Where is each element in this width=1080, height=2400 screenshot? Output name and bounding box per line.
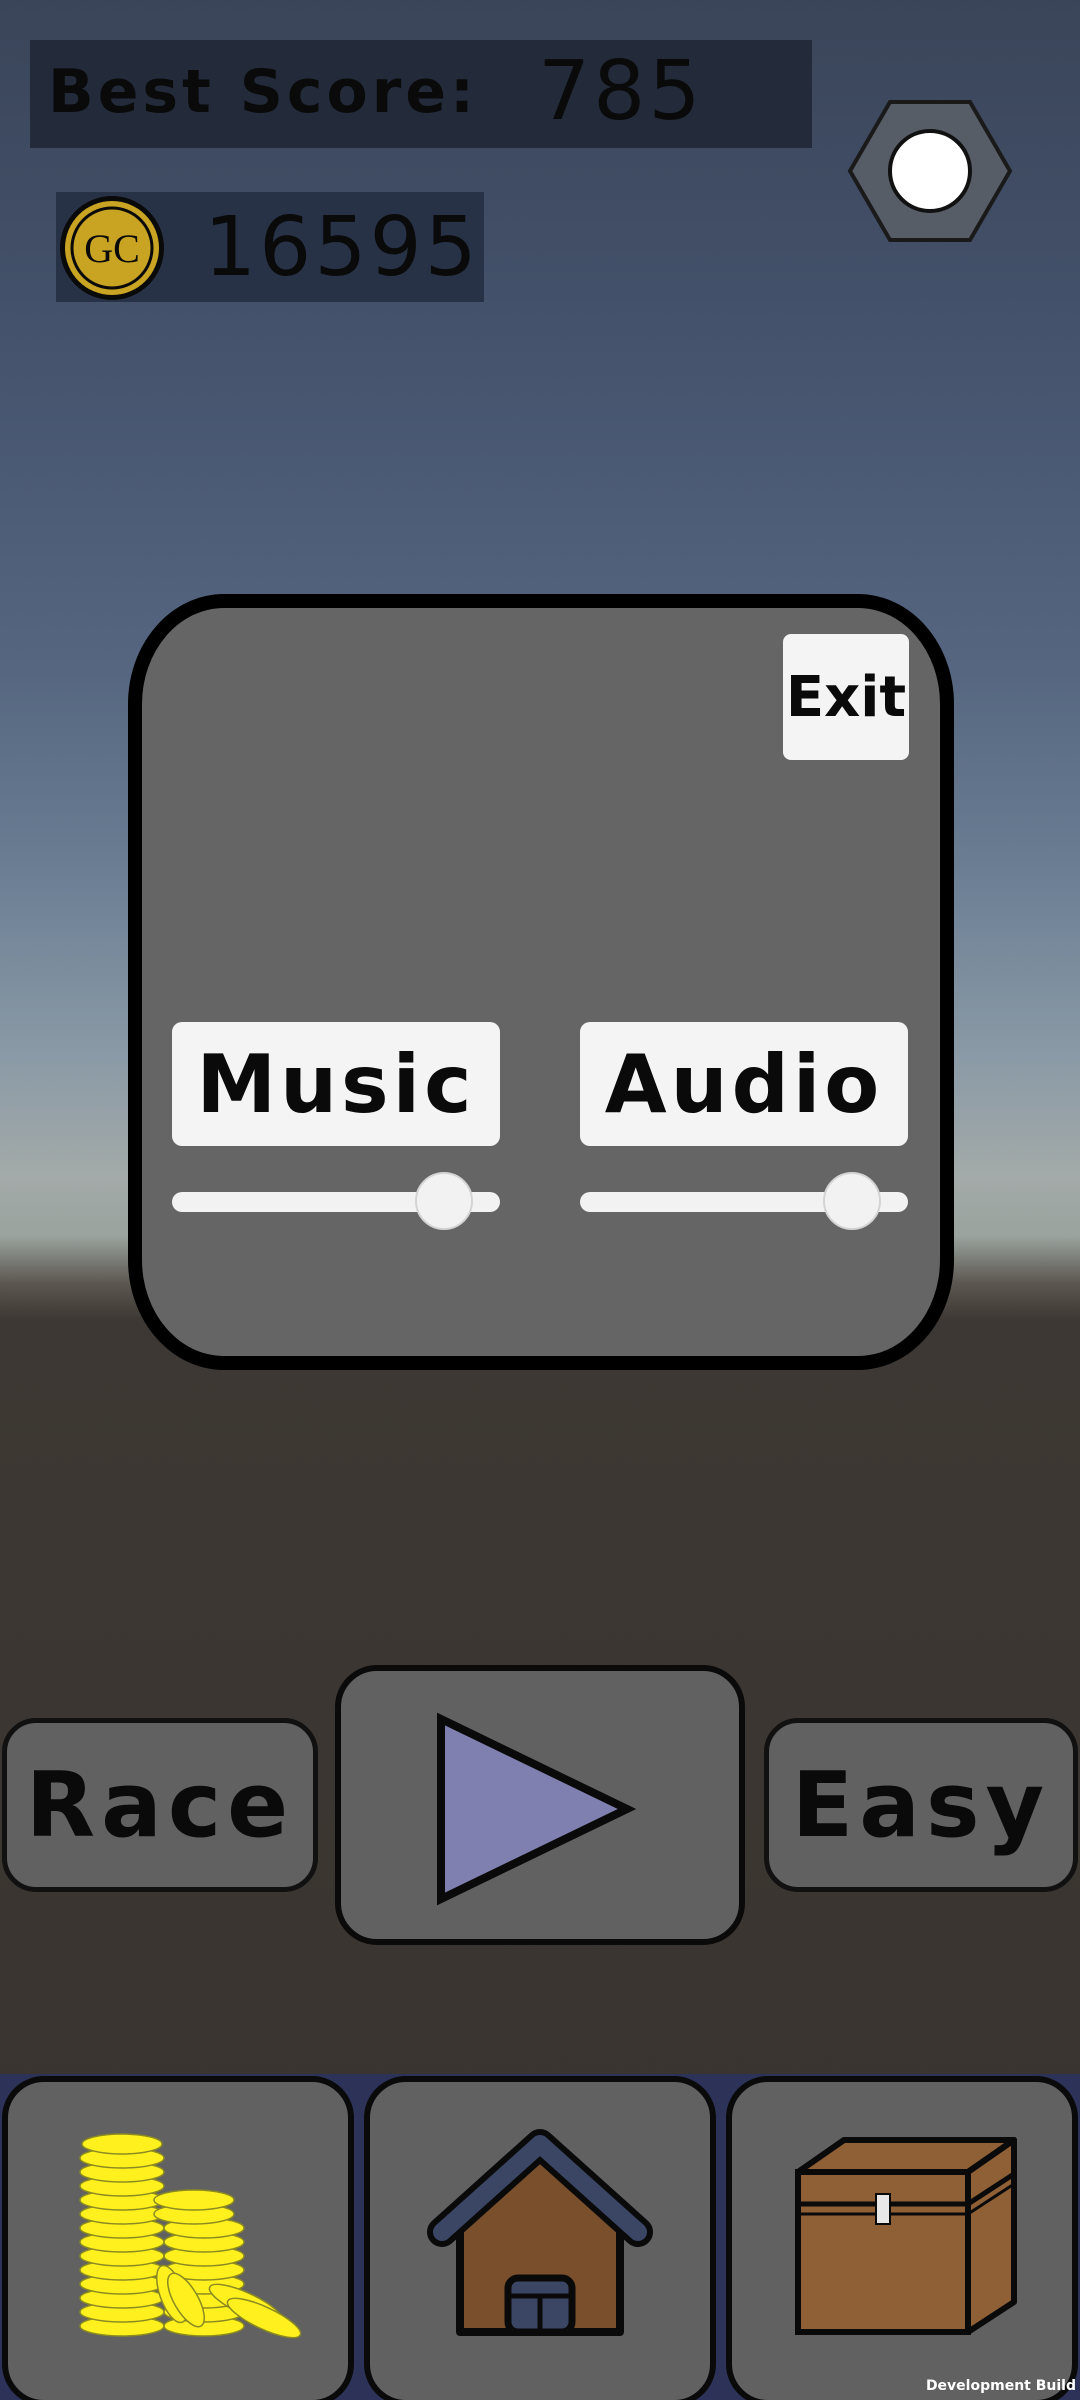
coin-count: 16595 <box>204 200 480 295</box>
development-build-label: Development Build <box>925 2378 1076 2394</box>
best-score-label: Best Score: <box>48 57 478 127</box>
music-slider-handle[interactable] <box>415 1172 473 1230</box>
chest-icon <box>795 2137 1017 2335</box>
garage-button[interactable] <box>364 2076 716 2400</box>
difficulty-button[interactable]: Easy <box>764 1718 1078 1892</box>
play-icon <box>437 1712 637 1906</box>
audio-label: Audio <box>580 1022 908 1146</box>
gear-icon[interactable] <box>846 98 1014 244</box>
gc-coin-icon: GC <box>60 196 164 300</box>
music-label: Music <box>172 1022 500 1146</box>
coin-shop-button[interactable] <box>2 2076 354 2400</box>
garage-icon <box>427 2129 653 2336</box>
coin-stack-icon <box>79 2133 302 2339</box>
treasure-chest-button[interactable] <box>726 2076 1078 2400</box>
race-mode-button[interactable]: Race <box>2 1718 318 1892</box>
coin-icon-text: GC <box>84 226 140 271</box>
audio-slider-handle[interactable] <box>823 1172 881 1230</box>
audio-volume-slider[interactable] <box>580 1172 908 1232</box>
best-score-value: 785 <box>538 44 704 139</box>
play-button[interactable] <box>335 1665 745 1945</box>
exit-button[interactable]: Exit <box>783 634 909 760</box>
music-volume-slider[interactable] <box>172 1172 500 1232</box>
